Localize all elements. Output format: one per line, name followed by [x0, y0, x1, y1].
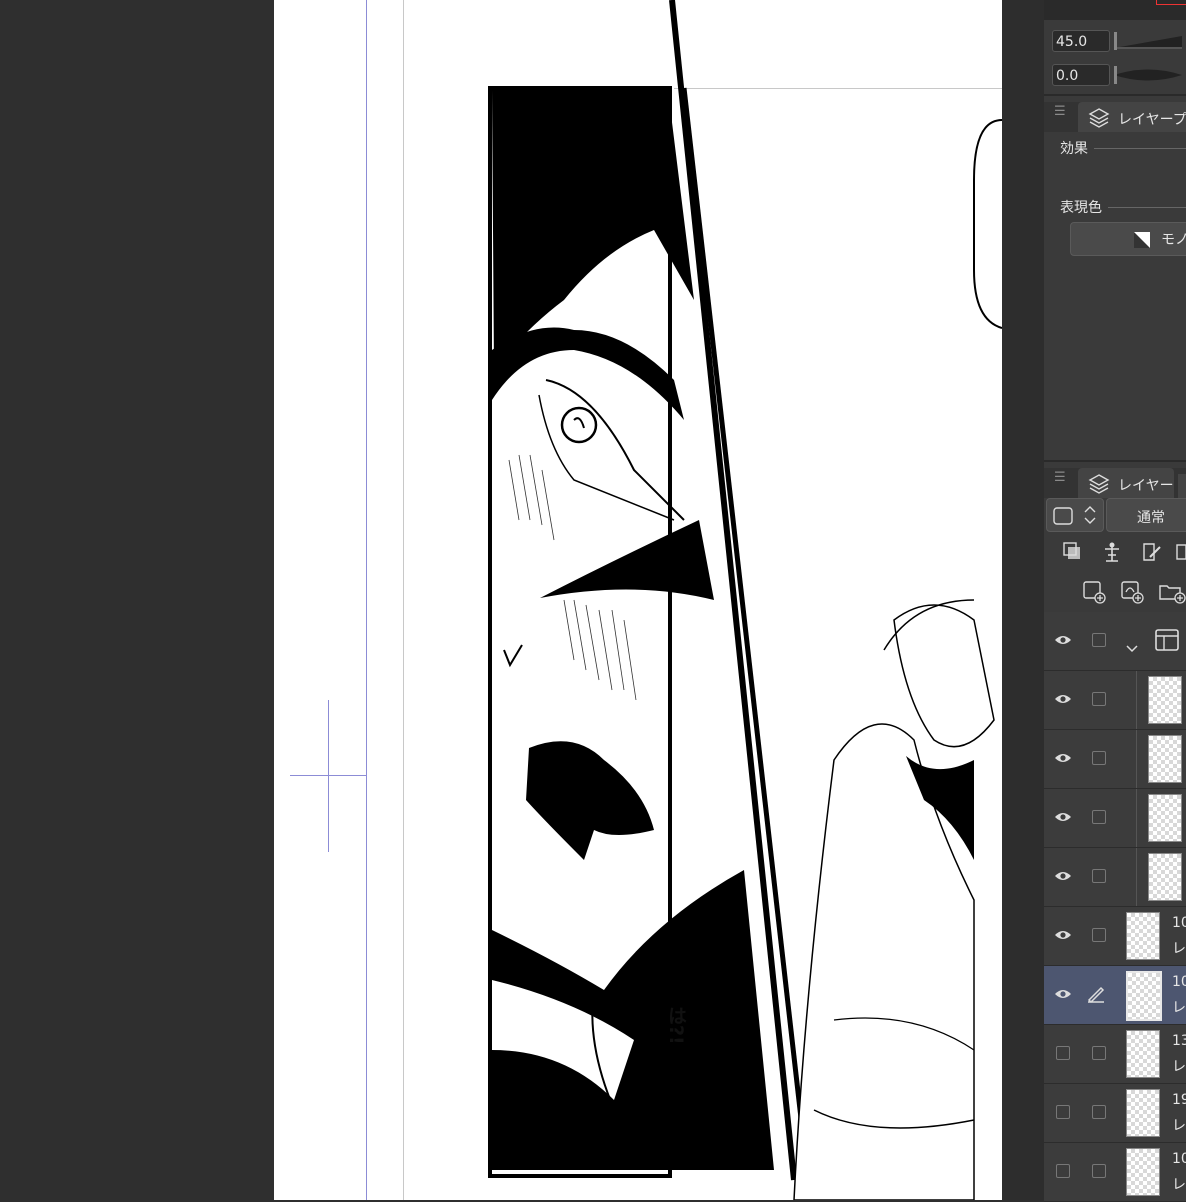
layer-row-7[interactable]: 13 レ [1044, 1025, 1186, 1084]
indent-line [1136, 789, 1137, 847]
visibility-checkbox[interactable] [1056, 1105, 1070, 1119]
expression-color-label: 表現色 [1060, 200, 1102, 216]
angle-slider[interactable] [1114, 30, 1182, 52]
folder-layer-icon [1154, 628, 1182, 658]
effect-label: 効果 [1060, 141, 1088, 157]
chevron-down-icon[interactable] [1126, 638, 1138, 657]
layer-name-line1: 10 [1172, 974, 1186, 990]
visibility-checkbox[interactable] [1056, 1164, 1070, 1178]
mono-color-button[interactable]: モノ [1070, 222, 1186, 256]
layer-name-line2: レ [1172, 941, 1186, 957]
layer-property-title: レイヤープ [1118, 112, 1186, 128]
layer-checkbox[interactable] [1092, 751, 1106, 765]
layer-tab[interactable]: レイヤー [1078, 468, 1174, 498]
layer-property-icon [1088, 107, 1110, 133]
indent-line [1136, 848, 1137, 906]
angle-value-field[interactable]: 45.0 [1052, 30, 1110, 52]
right-side-panel: 45.0 0.0 レイヤープ ☰ 効果 表現色 モノ レイヤー ☰ 通常 10 … [1002, 0, 1186, 1202]
eye-icon[interactable] [1054, 750, 1072, 764]
layer-row-2[interactable] [1044, 730, 1186, 789]
more-icon-clipped[interactable] [1176, 541, 1186, 567]
layer-thumbnail [1126, 1089, 1160, 1137]
mono-color-icon [1133, 231, 1151, 253]
eye-icon[interactable] [1054, 868, 1072, 882]
blend-mode-dropdown[interactable]: 通常 [1106, 498, 1186, 532]
layer-panel-title: レイヤー [1118, 478, 1174, 494]
indent-line [1136, 730, 1137, 788]
layer-checkbox[interactable] [1092, 692, 1106, 706]
layer-panel-grip-icon[interactable]: ☰ [1054, 470, 1066, 485]
sound-effect-text: は?! [665, 1006, 687, 1045]
layer-row-1[interactable] [1044, 671, 1186, 730]
eye-icon[interactable] [1054, 809, 1072, 823]
offset-slider[interactable] [1114, 64, 1182, 86]
layer-row-folder[interactable] [1044, 612, 1186, 671]
draft-layer-icon[interactable] [1140, 541, 1164, 567]
color-indicator [1156, 0, 1186, 5]
layer-thumbnail [1148, 853, 1182, 901]
mono-button-label: モノ [1161, 232, 1186, 248]
next-tab-stub[interactable] [1178, 474, 1186, 498]
new-folder-icon[interactable] [1158, 580, 1186, 608]
layer-row-5[interactable]: 10 レ [1044, 907, 1186, 966]
layer-icon [1088, 473, 1110, 499]
layer-row-9[interactable]: 10 レ [1044, 1143, 1186, 1202]
layer-thumbnail [1148, 794, 1182, 842]
clip-layer-icon[interactable] [1062, 541, 1084, 567]
reference-layer-icon[interactable] [1100, 541, 1124, 567]
pen-icon [1086, 983, 1106, 1007]
layer-checkbox[interactable] [1092, 869, 1106, 883]
square-icon [1053, 507, 1073, 529]
panel-separator [1044, 94, 1186, 96]
panel-left-strip [1002, 0, 1044, 1200]
offset-value-field[interactable]: 0.0 [1052, 64, 1110, 86]
effect-line [1094, 148, 1186, 149]
layer-row-4[interactable] [1044, 848, 1186, 907]
panel-separator-2 [1044, 460, 1186, 462]
eye-icon[interactable] [1054, 927, 1072, 941]
layer-name-line2: レ [1172, 1059, 1186, 1075]
workspace-background [0, 0, 274, 1200]
layer-checkbox[interactable] [1092, 1046, 1106, 1060]
layer-checkbox[interactable] [1092, 810, 1106, 824]
color-mode-toggle[interactable] [1046, 498, 1104, 532]
layer-thumbnail [1148, 735, 1182, 783]
up-down-arrows-icon [1083, 503, 1097, 531]
new-vector-layer-icon[interactable] [1120, 580, 1146, 608]
layer-thumbnail [1126, 1148, 1160, 1196]
layer-name-line1: 10 [1172, 915, 1186, 931]
layer-property-grip-icon[interactable]: ☰ [1054, 104, 1066, 119]
layer-row-3[interactable] [1044, 789, 1186, 848]
layer-checkbox[interactable] [1092, 1105, 1106, 1119]
layer-row-6-selected[interactable]: 10 レ [1044, 966, 1186, 1025]
layer-name-line2: レ [1172, 1118, 1186, 1134]
layer-name-line1: 19 [1172, 1092, 1186, 1108]
layer-name-line1: 13 [1172, 1033, 1186, 1049]
layer-name-line2: レ [1172, 1177, 1186, 1193]
layer-row-8[interactable]: 19 レ [1044, 1084, 1186, 1143]
layer-thumbnail [1148, 676, 1182, 724]
new-raster-layer-icon[interactable] [1082, 580, 1108, 608]
expression-color-line [1108, 207, 1186, 208]
eye-icon[interactable] [1054, 986, 1072, 1000]
visibility-checkbox[interactable] [1056, 1046, 1070, 1060]
layer-name-line2: レ [1172, 1000, 1186, 1016]
layer-thumbnail [1126, 1030, 1160, 1078]
indent-line [1136, 671, 1137, 729]
manga-artwork [488, 0, 1002, 1200]
layer-checkbox[interactable] [1092, 633, 1106, 647]
layer-thumbnail [1126, 912, 1160, 960]
layer-checkbox[interactable] [1092, 1164, 1106, 1178]
layer-checkbox[interactable] [1092, 928, 1106, 942]
drawing-canvas[interactable]: は?! [274, 0, 1002, 1200]
eye-icon[interactable] [1054, 632, 1072, 646]
blend-mode-label: 通常 [1137, 510, 1165, 526]
layer-property-tab[interactable]: レイヤープ [1078, 102, 1186, 132]
layer-name-line1: 10 [1172, 1151, 1186, 1167]
layer-thumbnail [1126, 971, 1162, 1021]
eye-icon[interactable] [1054, 691, 1072, 705]
